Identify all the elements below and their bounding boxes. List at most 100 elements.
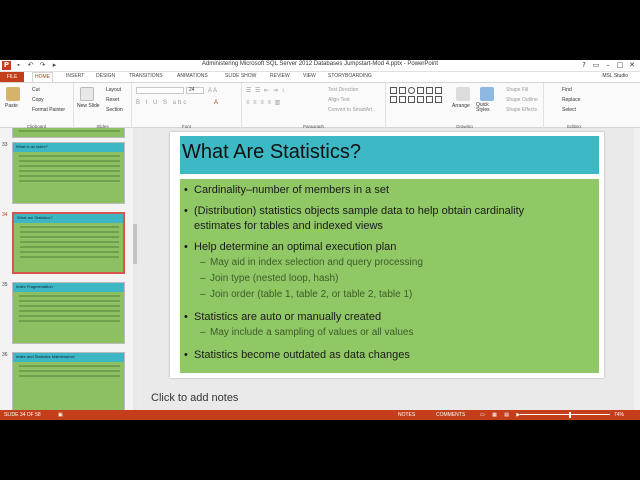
thumbnail-slide[interactable]: Index Fragmentation	[12, 282, 125, 344]
notes-button[interactable]: NOTES	[398, 412, 415, 418]
line-shape-icon[interactable]	[390, 87, 397, 94]
undo-icon[interactable]: ↶	[26, 61, 35, 70]
slide-editing-area: What Are Statistics? • Cardinality–number…	[137, 128, 640, 410]
tab-storyboarding[interactable]: STORYBOARDING	[328, 73, 372, 79]
comments-button[interactable]: COMMENTS	[436, 412, 465, 418]
view-buttons[interactable]: ▭ ▦ ▤ ▶	[480, 412, 523, 418]
start-slideshow-icon[interactable]: ▸	[50, 61, 59, 70]
equation-shape-icon[interactable]	[426, 96, 433, 103]
quick-styles-button[interactable]: Quick Styles	[476, 103, 502, 113]
slide-counter: SLIDE 34 OF 58	[4, 412, 41, 418]
maximize-button[interactable]: □	[614, 60, 626, 71]
shape-effects-button[interactable]: Shape Effects	[506, 107, 537, 113]
tab-view[interactable]: VIEW	[303, 73, 316, 79]
rectangle-shape-icon[interactable]	[399, 87, 406, 94]
tab-review[interactable]: REVIEW	[270, 73, 290, 79]
section-button[interactable]: Section	[106, 107, 123, 113]
copy-button[interactable]: Copy	[32, 97, 44, 103]
layout-button[interactable]: Layout	[106, 87, 121, 93]
grow-font-icon[interactable]: A A	[208, 88, 217, 94]
align-text-button[interactable]: Align Text	[328, 97, 350, 103]
slide-thumbnails-pane: 33 What is an index? 34 What are Statist…	[0, 128, 136, 410]
zoom-level[interactable]: 74%	[614, 412, 624, 418]
powerpoint-app-icon: P	[2, 61, 11, 70]
editing-group: Find Replace Select Editing	[544, 83, 640, 129]
thumbnail-slide[interactable]: Index and Statistics Maintenance	[12, 352, 125, 410]
select-button[interactable]: Select	[562, 107, 576, 113]
slide-title: What Are Statistics?	[182, 141, 361, 163]
status-bar: SLIDE 34 OF 58 ▣ NOTES COMMENTS ▭ ▦ ▤ ▶ …	[0, 410, 640, 420]
close-button[interactable]: ✕	[626, 60, 638, 71]
thumbnail-title: Index Fragmentation	[13, 283, 124, 292]
paragraph-group: ☰ ☰ ⇤ ⇥ ↕ ≡ ≡ ≡ ≡ ▥ Text Direction Align…	[242, 83, 386, 129]
shape-fill-button[interactable]: Shape Fill	[506, 87, 528, 93]
quick-styles-icon[interactable]	[480, 87, 494, 101]
text-direction-button[interactable]: Text Direction	[328, 87, 358, 93]
tab-insert[interactable]: INSERT	[66, 73, 84, 79]
shape-outline-button[interactable]: Shape Outline	[506, 97, 538, 103]
list-buttons[interactable]: ☰ ☰ ⇤ ⇥ ↕	[246, 87, 285, 94]
triangle-shape-icon[interactable]	[417, 87, 424, 94]
callout-shape-icon[interactable]	[390, 96, 397, 103]
ribbon-tabs: FILE HOME INSERT DESIGN TRANSITIONS ANIM…	[0, 72, 640, 82]
flowchart-shape-icon[interactable]	[417, 96, 424, 103]
convert-smartart-button[interactable]: Convert to SmartArt	[328, 107, 372, 113]
arrow-shape-icon[interactable]	[426, 87, 433, 94]
font-size-dropdown[interactable]: 24	[186, 87, 204, 94]
tab-design[interactable]: DESIGN	[96, 73, 115, 79]
help-button[interactable]: ?	[578, 60, 590, 71]
thumbnail-slide[interactable]	[12, 128, 125, 138]
spelling-icon[interactable]: ▣	[58, 412, 63, 418]
slide-content-box[interactable]: • Cardinality–number of members in a set …	[180, 179, 599, 373]
arrange-button[interactable]: Arrange	[452, 103, 470, 109]
brace-shape-icon[interactable]	[399, 96, 406, 103]
font-style-buttons[interactable]: B I U S abc	[136, 100, 188, 106]
tab-home[interactable]: HOME	[32, 72, 53, 82]
paste-icon[interactable]	[6, 87, 20, 101]
new-slide-icon[interactable]	[80, 87, 94, 101]
clipboard-group: Paste Cut Copy Format Painter Clipboard	[0, 83, 74, 129]
user-name[interactable]: MSL Studio	[602, 73, 628, 79]
redo-icon[interactable]: ↷	[38, 61, 47, 70]
thumbnail-slide-selected[interactable]: What are Statistics?	[12, 212, 125, 274]
tab-transitions[interactable]: TRANSITIONS	[129, 73, 163, 79]
current-slide[interactable]: What Are Statistics? • Cardinality–number…	[170, 132, 604, 378]
thumbnail-title: What are Statistics?	[14, 214, 123, 223]
save-icon[interactable]: ▪	[14, 61, 23, 70]
minimize-button[interactable]: –	[602, 60, 614, 71]
find-button[interactable]: Find	[562, 87, 572, 93]
font-name-dropdown[interactable]	[136, 87, 184, 94]
tab-slide-show[interactable]: SLIDE SHOW	[225, 73, 256, 79]
slide-scrollbar[interactable]	[634, 128, 640, 410]
tab-file[interactable]: FILE	[0, 72, 24, 82]
align-buttons[interactable]: ≡ ≡ ≡ ≡ ▥	[246, 99, 281, 106]
reset-button[interactable]: Reset	[106, 97, 119, 103]
bullet-item: • Statistics become outdated as data chan…	[184, 349, 410, 361]
drawing-group: Arrange Quick Styles Shape Fill Shape Ou…	[386, 83, 544, 129]
cut-button[interactable]: Cut	[32, 87, 40, 93]
paste-button[interactable]: Paste	[5, 103, 18, 109]
thumbnail-title: Index and Statistics Maintenance	[13, 353, 124, 362]
font-color-icon[interactable]: A	[214, 100, 218, 106]
format-painter-button[interactable]: Format Painter	[32, 107, 65, 113]
new-slide-button[interactable]: New Slide	[77, 103, 100, 109]
tab-animations[interactable]: ANIMATIONS	[177, 73, 208, 79]
notes-pane[interactable]: Click to add notes	[151, 392, 238, 404]
thumbnail-number: 34	[2, 212, 8, 218]
oval-shape-icon[interactable]	[408, 87, 415, 94]
thumbnail-number: 35	[2, 282, 8, 288]
zoom-slider-thumb[interactable]	[569, 412, 571, 418]
thumbnail-number: 36	[2, 352, 8, 358]
block-arrow-shape-icon[interactable]	[408, 96, 415, 103]
replace-button[interactable]: Replace	[562, 97, 580, 103]
more-shapes-icon[interactable]	[435, 96, 442, 103]
slide-title-box[interactable]: What Are Statistics?	[180, 136, 599, 174]
font-group: 24 A A B I U S abc A Font	[132, 83, 242, 129]
star-shape-icon[interactable]	[435, 87, 442, 94]
zoom-slider[interactable]	[520, 414, 610, 415]
bullet-item: • Statistics are auto or manually created	[184, 311, 382, 323]
arrange-icon[interactable]	[456, 87, 470, 101]
bullet-item: • Help determine an optimal execution pla…	[184, 241, 397, 253]
thumbnail-slide[interactable]: What is an index?	[12, 142, 125, 204]
ribbon-display-button[interactable]: ▭	[590, 60, 602, 71]
